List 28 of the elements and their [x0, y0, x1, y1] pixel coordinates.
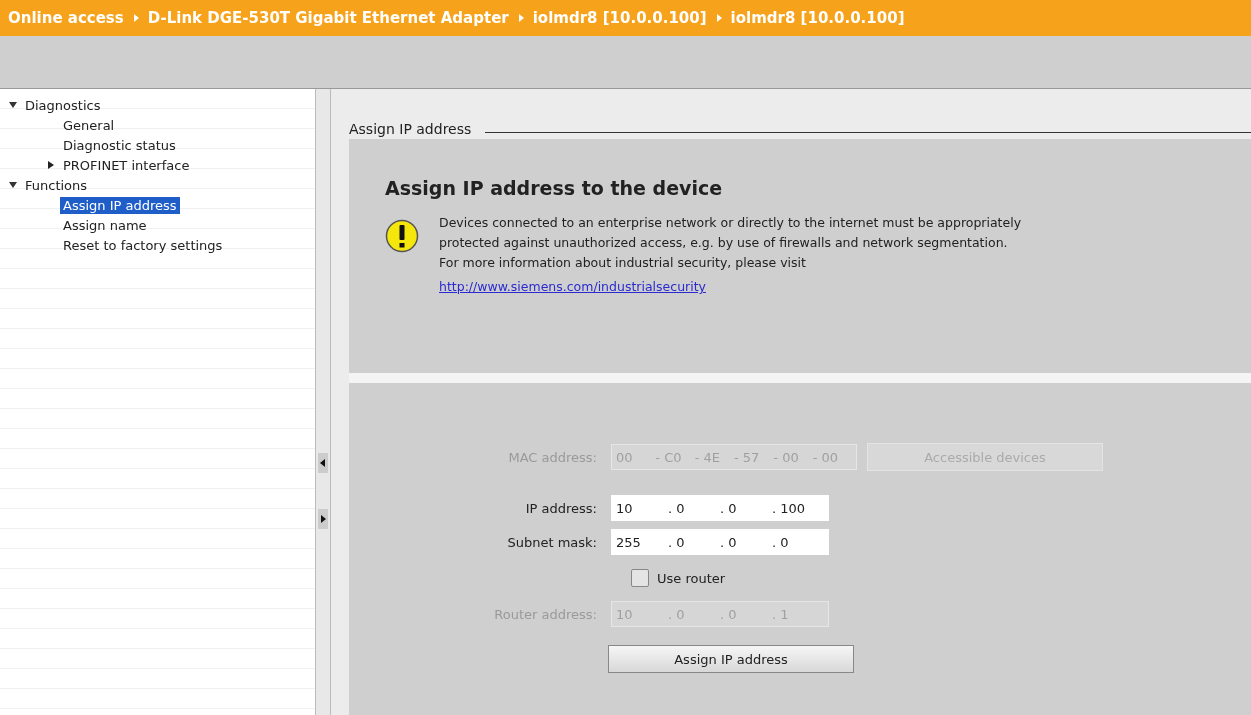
notice-heading: Assign IP address to the device	[385, 177, 724, 199]
warning-icon	[385, 219, 419, 253]
notice-text: For more information about industrial security, please visit	[439, 254, 807, 272]
tree-item[interactable]: General	[60, 116, 118, 134]
address-field[interactable]: 10 . 0 . 0 . 100	[611, 495, 829, 521]
breadcrumb-arrow-icon	[131, 14, 140, 22]
tree-item[interactable]: Assign IP address	[60, 196, 180, 214]
use-router-checkbox[interactable]	[631, 569, 649, 587]
collapsed-arrow-icon[interactable]	[46, 160, 56, 170]
tree-item[interactable]: Diagnostic status	[60, 136, 179, 154]
expanded-arrow-icon[interactable]	[8, 100, 18, 110]
field-label: IP address:	[524, 500, 598, 516]
tree-item[interactable]: Assign name	[60, 216, 150, 234]
notice-text: Devices connected to an enterprise network or directly to the internet must be appropriately	[439, 214, 1022, 232]
checkbox-label: Use router	[657, 570, 726, 586]
tree-item[interactable]: Functions	[22, 176, 91, 194]
breadcrumb-arrow-icon	[714, 14, 723, 22]
security-link[interactable]: http://www.siemens.com/industrialsecurity	[439, 279, 706, 294]
breadcrumb-arrow-icon	[516, 14, 525, 22]
expanded-arrow-icon[interactable]	[8, 180, 18, 190]
field-label: Subnet mask:	[506, 534, 598, 550]
address-field[interactable]: 255 . 0 . 0 . 0	[611, 529, 829, 555]
notice-text: protected against unauthorized access, e.g. by use of firewalls and network segmentation.	[439, 234, 1009, 252]
assign-ip-button[interactable]: Assign IP address	[608, 645, 854, 673]
tree-item[interactable]: PROFINET interface	[60, 156, 193, 174]
section-title: Assign IP address	[349, 121, 472, 137]
tree-item[interactable]: Diagnostics	[22, 96, 104, 114]
tree-item[interactable]: Reset to factory settings	[60, 236, 226, 254]
